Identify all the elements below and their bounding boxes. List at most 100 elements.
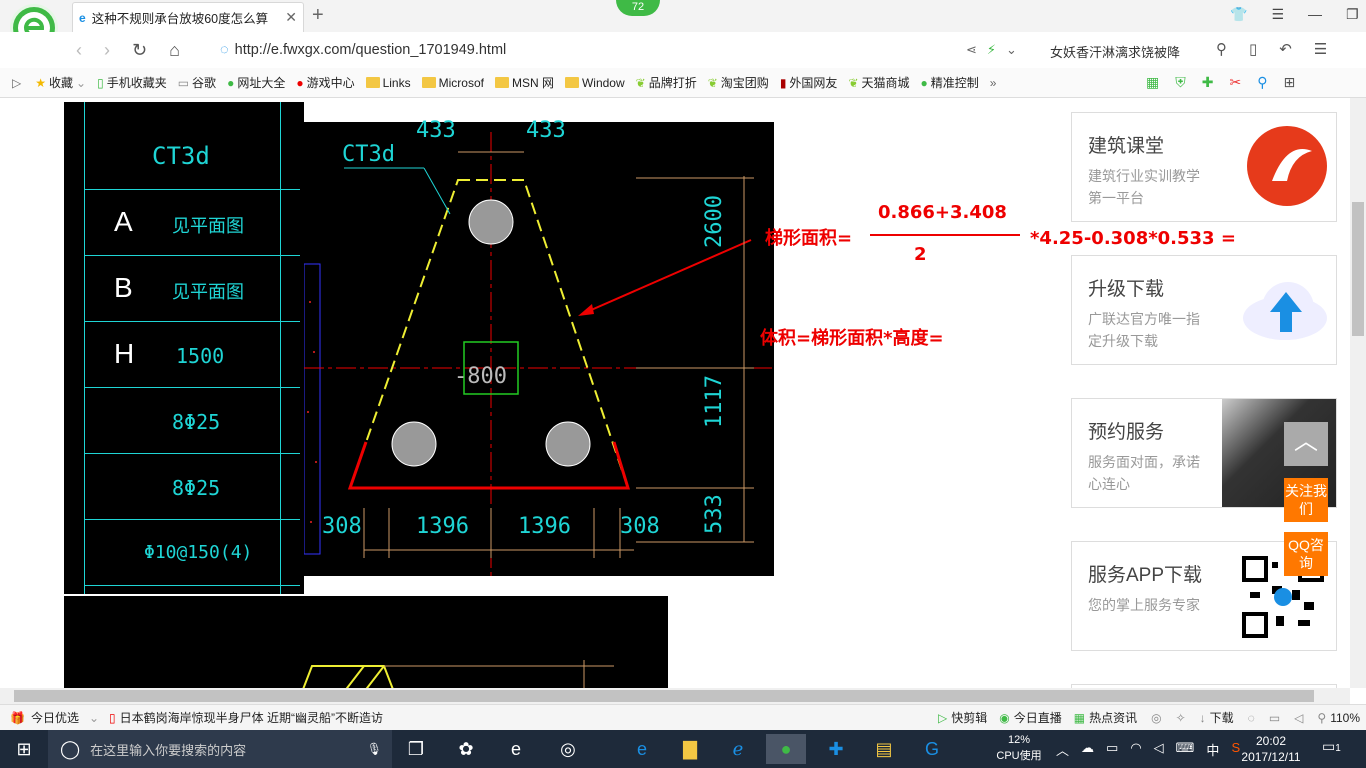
site-icon: ▮: [779, 75, 787, 90]
menu-icon[interactable]: ☰: [1271, 6, 1284, 23]
page-content: CT3d A 见平面图 B 见平面图 H 1500 8Φ25 8Φ25 Φ10@150…: [0, 98, 1350, 688]
undo-icon[interactable]: ↶: [1279, 40, 1292, 58]
scissors-icon[interactable]: ✂: [1229, 74, 1241, 91]
plane-app-icon[interactable]: ✚: [816, 734, 856, 764]
edge-icon[interactable]: e: [496, 734, 536, 764]
clock[interactable]: 20:02 2017/12/11: [1236, 733, 1306, 765]
phone-icon[interactable]: ▯: [1249, 40, 1257, 58]
power-icon[interactable]: ▭: [1106, 740, 1118, 759]
url-field[interactable]: ◌ http://e.fwxgx.com/question_1701949.ht…: [220, 36, 1040, 64]
minimize-icon[interactable]: —: [1308, 6, 1322, 23]
more-favorites-icon[interactable]: »: [990, 76, 997, 90]
horizontal-scrollbar[interactable]: [0, 688, 1350, 704]
cad-section-drawing: [302, 660, 614, 688]
cad-row-val: 8Φ25: [172, 410, 221, 434]
fav-item[interactable]: Window: [564, 76, 625, 90]
area-label: 梯形面积=: [765, 228, 853, 249]
follow-button[interactable]: 关注我们: [1284, 478, 1328, 522]
news-ticker[interactable]: 女妖香汗淋漓求饶被降: [1050, 42, 1180, 61]
fav-item[interactable]: ● 游戏中心: [296, 74, 354, 91]
play-icon: ◉: [999, 710, 1010, 725]
file-explorer-icon[interactable]: ▇: [670, 734, 710, 764]
live-today[interactable]: 今日直播: [1014, 709, 1062, 726]
ie-icon[interactable]: ℯ: [718, 734, 758, 764]
fav-item[interactable]: ★ 收藏 ⌄: [35, 74, 86, 91]
restore-icon[interactable]: ❐: [1346, 6, 1359, 23]
ime-indicator[interactable]: 中: [1206, 740, 1219, 759]
grid-icon[interactable]: ⊞: [1283, 74, 1295, 91]
tab-active[interactable]: e 这种不规则承台放坡60度怎么算 ✕: [72, 2, 304, 32]
page-icon: ▭: [177, 75, 190, 90]
chevron-down-icon[interactable]: ⌄: [1006, 42, 1017, 58]
taskbar-search[interactable]: ◯ 在这里输入你要搜索的内容 🎙: [48, 730, 392, 768]
fan-app-icon[interactable]: ✿: [446, 734, 486, 764]
browser-360-icon[interactable]: ●: [766, 734, 806, 764]
fav-item[interactable]: ● 精准控制: [921, 74, 979, 91]
scroll-thumb[interactable]: [1352, 202, 1364, 336]
forward-icon[interactable]: ›: [104, 40, 110, 61]
leaf-icon: ❦: [707, 75, 718, 90]
glodon-app-icon[interactable]: G: [912, 734, 952, 764]
fav-item[interactable]: ▭ 谷歌: [178, 74, 216, 91]
fav-item[interactable]: Links: [365, 76, 411, 90]
quick-edit[interactable]: 快剪辑: [951, 709, 987, 726]
edge-blue-icon[interactable]: e: [622, 734, 662, 764]
notification-icon[interactable]: ▭1: [1322, 738, 1341, 755]
shirt-icon[interactable]: 👕: [1230, 6, 1247, 23]
sound-icon[interactable]: ◁: [1294, 711, 1303, 725]
ie-mode-icon[interactable]: ◌: [1248, 711, 1255, 725]
sidebar-card[interactable]: 升级下载 广联达官方唯一指定升级下载: [1071, 255, 1337, 365]
search-icon[interactable]: ⚲: [1216, 40, 1227, 58]
fav-item[interactable]: Microsof: [421, 76, 484, 90]
card-subtitle: 服务面对面，承诺心连心: [1088, 454, 1200, 492]
back-to-top-button[interactable]: ︿: [1284, 422, 1328, 466]
speed-icon[interactable]: ◎: [1151, 711, 1161, 725]
zoom-level[interactable]: 110%: [1330, 711, 1360, 725]
book-icon[interactable]: ▦: [1146, 74, 1159, 91]
fav-item[interactable]: ▮ 外国网友: [780, 74, 838, 91]
task-view-icon[interactable]: ❐: [396, 734, 436, 764]
numerator: 0.866+3.408: [878, 202, 1007, 223]
keyboard-icon[interactable]: ⌨: [1176, 740, 1195, 759]
fav-item[interactable]: MSN 网: [494, 74, 554, 91]
sidebar-card[interactable]: 建筑课堂 建筑行业实训教学第一平台: [1071, 112, 1337, 222]
swirl-app-icon[interactable]: ◎: [548, 734, 588, 764]
refresh-icon[interactable]: ↻: [132, 40, 147, 61]
wifi-icon[interactable]: ◠: [1130, 740, 1141, 759]
back-icon[interactable]: ‹: [76, 40, 82, 61]
share-icon[interactable]: ⋖: [966, 42, 977, 58]
scroll-thumb[interactable]: [14, 690, 1314, 702]
vertical-scrollbar[interactable]: [1350, 98, 1366, 688]
translate-icon[interactable]: ✚: [1202, 74, 1214, 91]
volume-icon[interactable]: ◁: [1154, 740, 1164, 759]
chevron-down-icon[interactable]: ⌄: [89, 711, 99, 725]
tools-icon[interactable]: ✧: [1176, 711, 1186, 725]
windows-start-icon[interactable]: ⊞: [4, 734, 44, 764]
fav-item[interactable]: ❦ 天猫商城: [848, 74, 909, 91]
shield-icon[interactable]: ⛨: [1175, 74, 1186, 91]
card-title: 建筑课堂: [1088, 136, 1165, 157]
card-title: 服务APP下载: [1088, 565, 1203, 586]
today-picks[interactable]: 今日优选: [31, 709, 79, 726]
qq-consult-button[interactable]: QQ咨询: [1284, 532, 1328, 576]
home-icon[interactable]: ⌂: [169, 40, 180, 61]
window-icon[interactable]: ▭: [1269, 711, 1280, 725]
microphone-icon[interactable]: 🎙: [367, 742, 382, 756]
close-icon[interactable]: ✕: [285, 9, 297, 26]
fav-item[interactable]: ❦ 品牌打折: [636, 74, 697, 91]
cad-plan-label: CT3d: [342, 142, 395, 167]
notes-app-icon[interactable]: ▤: [864, 734, 904, 764]
fav-item[interactable]: ▯ 手机收藏夹: [97, 74, 167, 91]
sidebar-toggle-icon[interactable]: ▷: [12, 76, 21, 90]
new-tab-button[interactable]: +: [312, 4, 324, 27]
lightning-icon[interactable]: ⚡: [987, 42, 996, 58]
more-icon[interactable]: ☰: [1314, 40, 1327, 58]
search-icon[interactable]: ⚲: [1257, 74, 1267, 91]
fav-item[interactable]: ❦ 淘宝团购: [708, 74, 769, 91]
fav-item[interactable]: ● 网址大全: [227, 74, 285, 91]
hot-news[interactable]: 热点资讯: [1089, 709, 1137, 726]
downloads[interactable]: 下载: [1210, 709, 1234, 726]
headline-link[interactable]: 日本鹤岗海岸惊现半身尸体 近期“幽灵船”不断造访: [120, 709, 383, 726]
cloud-icon[interactable]: ☁: [1081, 740, 1094, 759]
chevron-up-icon[interactable]: ︿: [1056, 740, 1069, 759]
